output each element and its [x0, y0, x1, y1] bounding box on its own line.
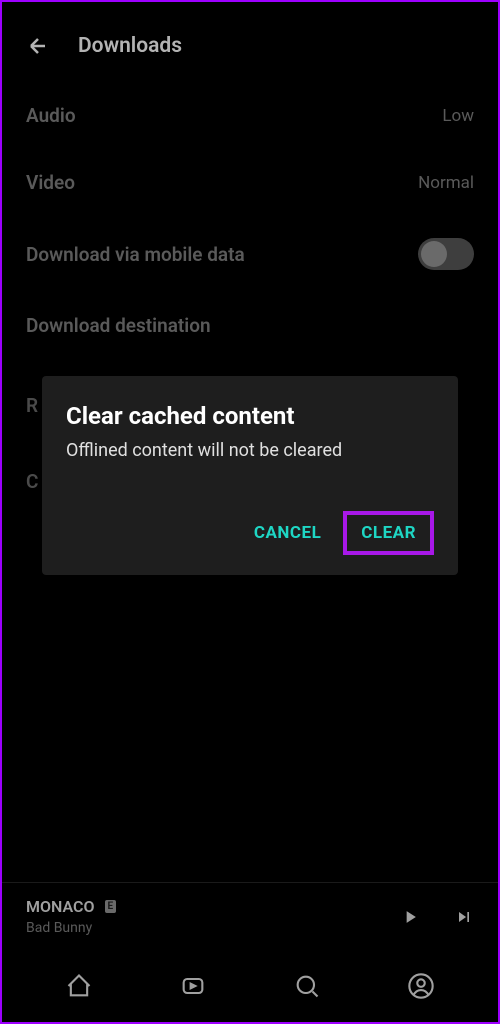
dialog-overlay: Clear cached content Offlined content wi… — [42, 376, 458, 575]
home-icon[interactable] — [65, 972, 93, 1000]
now-playing-bar[interactable]: MONACO E Bad Bunny — [2, 882, 498, 950]
setting-label: Download via mobile data — [26, 243, 245, 266]
setting-audio[interactable]: Audio Low — [26, 82, 474, 149]
setting-value: Low — [442, 106, 474, 126]
explicit-badge: E — [105, 900, 117, 913]
now-playing-info: MONACO E Bad Bunny — [26, 897, 116, 936]
dialog-actions: CANCEL CLEAR — [66, 511, 434, 555]
toggle-switch[interactable] — [418, 238, 474, 270]
dialog-title: Clear cached content — [66, 402, 434, 430]
setting-label: Download destination — [26, 314, 211, 337]
track-artist: Bad Bunny — [26, 920, 116, 936]
settings-list: Audio Low Video Normal Download via mobi… — [2, 82, 498, 359]
play-icon[interactable] — [400, 907, 420, 927]
partial-setting-c: C — [26, 470, 38, 493]
setting-destination[interactable]: Download destination — [26, 292, 474, 359]
setting-value: Normal — [418, 173, 474, 193]
setting-mobile-data[interactable]: Download via mobile data — [26, 216, 474, 292]
track-title: MONACO — [26, 897, 95, 916]
track-line: MONACO E — [26, 897, 116, 916]
playback-controls — [400, 907, 474, 927]
page-title: Downloads — [78, 34, 182, 58]
setting-label: Video — [26, 171, 75, 194]
dialog: Clear cached content Offlined content wi… — [42, 376, 458, 575]
toggle-knob — [421, 241, 447, 267]
search-icon[interactable] — [293, 972, 321, 1000]
video-icon[interactable] — [179, 972, 207, 1000]
profile-icon[interactable] — [407, 972, 435, 1000]
next-icon[interactable] — [454, 907, 474, 927]
dialog-message: Offlined content will not be cleared — [66, 440, 434, 461]
clear-button[interactable]: CLEAR — [343, 511, 434, 555]
header: Downloads — [2, 2, 498, 82]
setting-label: Audio — [26, 104, 76, 127]
cancel-button[interactable]: CANCEL — [240, 513, 335, 553]
bottom-nav — [2, 950, 498, 1022]
setting-video[interactable]: Video Normal — [26, 149, 474, 216]
partial-setting-r: R — [26, 394, 38, 417]
back-arrow-icon[interactable] — [26, 34, 50, 58]
